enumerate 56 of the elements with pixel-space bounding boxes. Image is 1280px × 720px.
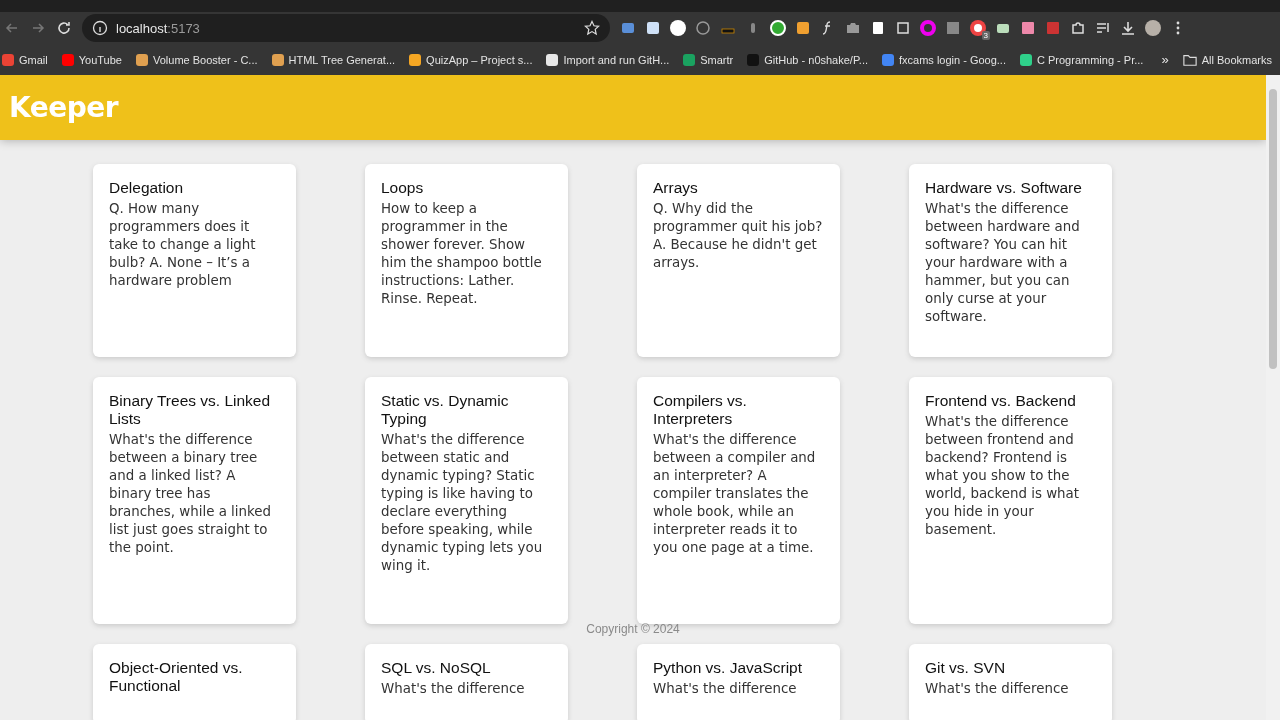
note-title: Frontend vs. Backend	[925, 392, 1077, 410]
extension-icon[interactable]	[1020, 20, 1036, 36]
bookmark-link[interactable]: Import and run GitH...	[546, 53, 670, 66]
bookmark-link[interactable]: HTML Tree Generat...	[271, 53, 396, 66]
note-content: What's the difference between frontend and backend? Frontend is what you show to the world, backend is what you hide in your basement.	[925, 413, 1081, 539]
note-title: Loops	[381, 179, 425, 197]
app-title: Keeper	[9, 91, 119, 124]
note-content: How to keep a programmer in the shower forever. Show him the shampoo bottle instructions: Lather. Rinse. Repeat.	[381, 200, 543, 308]
extension-icon[interactable]	[670, 20, 686, 36]
note-content: What's the difference between hardware and software? You can hit your hardware with a hammer, but you can only curse at your software.	[925, 200, 1081, 326]
note-content: Q. Why did the programmer quit his job? A. Because he didn't get arrays.	[653, 200, 824, 272]
note-content: What's the difference	[653, 680, 798, 698]
bookmark-link[interactable]: GitHub - n0shake/P...	[747, 53, 868, 66]
playlist-icon[interactable]	[1095, 20, 1111, 36]
extension-icon[interactable]	[970, 20, 986, 36]
reload-icon[interactable]	[56, 20, 72, 36]
extension-icon[interactable]	[895, 20, 911, 36]
bookmark-link[interactable]: Gmail	[2, 53, 48, 66]
address-bar[interactable]: localhost:5173	[82, 14, 610, 42]
bookmark-link[interactable]: YouTube	[61, 53, 122, 66]
note-title: Static vs. Dynamic Typing	[381, 392, 510, 428]
more-bookmarks-button[interactable]: »	[1161, 52, 1169, 67]
info-icon[interactable]	[92, 20, 108, 36]
extension-icon[interactable]	[645, 20, 661, 36]
bookmark-link[interactable]: Volume Booster - C...	[135, 53, 258, 66]
note-title: SQL vs. NoSQL	[381, 659, 492, 677]
folder-icon[interactable]	[1182, 52, 1197, 67]
note-title: Git vs. SVN	[925, 659, 1007, 677]
star-icon[interactable]	[584, 20, 600, 36]
note-content: What's the difference between a binary tree and a linked list? A binary tree has branches, while a linked list just goes straight to the point.	[109, 431, 273, 557]
note-content: Q. How many programmers does it take to change a light bulb? A. None – It’s a hardware problem	[109, 200, 257, 290]
note-content: What's the difference	[381, 680, 526, 698]
url-text: localhost:5173	[116, 20, 201, 36]
note-title: Arrays	[653, 179, 699, 197]
bookmark-link[interactable]: QuizApp – Project s...	[409, 53, 533, 66]
note-title: Hardware vs. Software	[925, 179, 1083, 197]
note-content: What's the difference between a compiler and an interpreter? A compiler translates the whole book, while an interpreter reads it to you one page at a time.	[653, 431, 817, 557]
avatar-icon[interactable]	[1145, 20, 1161, 36]
download-icon[interactable]	[1120, 20, 1136, 36]
note-title: Delegation	[109, 179, 185, 197]
count-badge: 3	[981, 31, 990, 40]
note-title: Object-Oriented vs. Functional	[109, 659, 244, 695]
note-content: What's the difference	[925, 680, 1070, 698]
bookmark-link[interactable]: C Programming - Pr...	[1020, 53, 1144, 66]
note-title: Compilers vs. Interpreters	[653, 392, 748, 428]
extension-icon[interactable]	[795, 20, 811, 36]
scrollbar-thumb[interactable]	[1269, 89, 1277, 369]
camera-icon[interactable]	[845, 20, 861, 36]
note-title: Binary Trees vs. Linked Lists	[109, 392, 272, 428]
copyright-text: Copyright © 2024	[586, 622, 680, 636]
extension-icon[interactable]	[870, 20, 886, 36]
bookmark-link[interactable]: fxcams login - Goog...	[882, 53, 1006, 66]
note-title: Python vs. JavaScript	[653, 659, 804, 677]
bookmark-link[interactable]: Smartr	[683, 53, 734, 66]
all-bookmarks-link[interactable]: All Bookmarks	[1182, 52, 1272, 67]
note-content: What's the difference between static and dynamic typing? Static typing is like having to declare everything before speaking, while dynamic typing lets you wing it.	[381, 431, 544, 575]
